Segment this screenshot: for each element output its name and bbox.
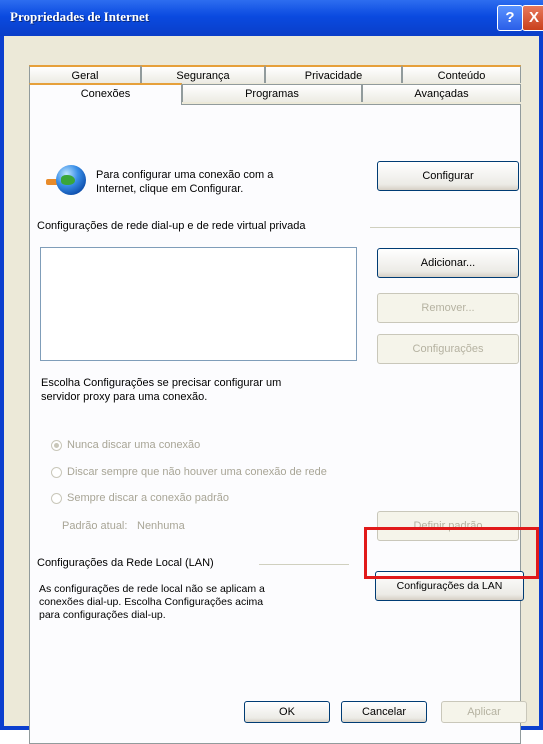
window-title: Propriedades de Internet [10,9,150,24]
proxy-text-line2: servidor proxy para uma conexão. [41,391,208,403]
radio-dial-when-no-network[interactable] [51,467,62,478]
tab-geral[interactable]: Geral [29,65,141,83]
cancel-button[interactable]: Cancelar [341,701,427,723]
setup-text-line1: Para configurar uma conexão com a [96,169,274,181]
title-bar[interactable]: Propriedades de Internet ? X [0,0,543,36]
tab-avancadas[interactable]: Avançadas [362,84,521,102]
globe-icon [56,165,86,195]
dialup-group-divider [370,227,520,228]
proxy-text-line1: Escolha Configurações se precisar config… [41,377,282,389]
dialup-connections-list[interactable] [40,247,357,361]
dialup-settings-button[interactable]: Configurações [377,334,519,364]
lan-group-label: Configurações da Rede Local (LAN) [37,557,214,569]
help-button[interactable]: ? [497,5,523,31]
radio-never-dial-label: Nunca discar uma conexão [67,439,201,451]
tab-seguranca[interactable]: Segurança [141,65,265,83]
tab-conteudo[interactable]: Conteúdo [402,65,521,83]
tab-programas[interactable]: Programas [182,84,362,102]
radio-dial-when-no-network-label: Discar sempre que não houver uma conexão… [67,466,327,478]
dialog-window: Propriedades de Internet ? X Geral Segur… [0,0,543,744]
setup-text-line2: Internet, clique em Configurar. [96,183,244,195]
configure-button[interactable]: Configurar [377,161,519,191]
dialog-client-area: Geral Segurança Privacidade Conteúdo Con… [4,36,539,744]
radio-never-dial[interactable] [51,440,62,451]
add-button[interactable]: Adicionar... [377,248,519,278]
remove-button[interactable]: Remover... [377,293,519,323]
connections-panel [29,104,521,744]
lan-text-line3: para configurações dial-up. [39,609,166,621]
close-button[interactable]: X [522,5,543,31]
tab-conexoes[interactable]: Conexões [29,83,182,105]
lan-group-divider [259,564,349,565]
current-default-value: Nenhuma [137,520,185,532]
highlight-box [364,527,539,579]
radio-always-dial[interactable] [51,493,62,504]
radio-always-dial-label: Sempre discar a conexão padrão [67,492,230,504]
tab-privacidade[interactable]: Privacidade [265,65,402,83]
ok-button[interactable]: OK [244,701,330,723]
dialup-group-label: Configurações de rede dial-up e de rede … [37,220,306,232]
current-default-label: Padrão atual: [62,520,128,532]
apply-button[interactable]: Aplicar [441,701,527,723]
